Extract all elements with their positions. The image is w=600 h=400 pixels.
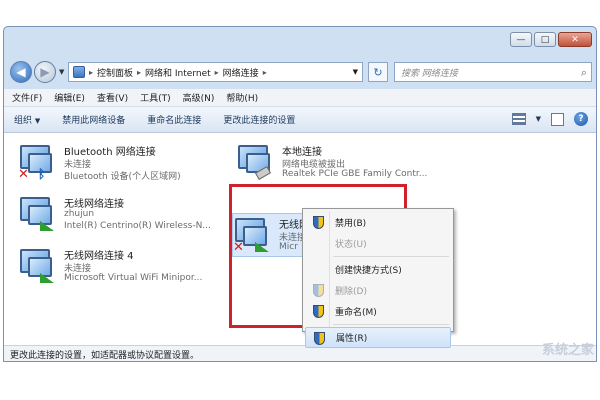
context-item-status[interactable]: 状态(U): [305, 233, 451, 254]
address-bar[interactable]: ▸ 控制面板 ▸ 网络和 Internet ▸ 网络连接 ▸ ▼: [68, 62, 363, 82]
breadcrumb-control-panel[interactable]: 控制面板: [97, 66, 133, 79]
connection-name: 无线网络连接: [64, 199, 124, 210]
organize-button[interactable]: 组织 ▼: [14, 113, 40, 126]
arrow-left-icon: ◀: [16, 65, 26, 79]
menu-help[interactable]: 帮助(H): [226, 91, 258, 104]
window-controls: — □ ✕: [510, 32, 592, 47]
maximize-button[interactable]: □: [534, 32, 556, 47]
context-item-delete[interactable]: 删除(D): [305, 280, 451, 301]
preview-pane-icon[interactable]: [551, 112, 564, 126]
breadcrumb-separator: ▸: [262, 67, 267, 77]
breadcrumb-network-connections[interactable]: 网络连接: [223, 66, 259, 79]
connection-item-local[interactable]: 本地连接 网络电缆被拔出 Realtek PCIe GBE Family Con…: [236, 141, 448, 185]
forward-button[interactable]: ▶: [34, 61, 56, 83]
uac-shield-icon: [313, 216, 324, 229]
back-button[interactable]: ◀: [10, 61, 32, 83]
context-menu: 禁用(B) 状态(U) 创建快捷方式(S) 删除(D) 重命名(M) 属性(R): [302, 208, 454, 348]
network-adapter-icon: [18, 195, 60, 235]
disable-device-button[interactable]: 禁用此网络设备: [62, 113, 125, 126]
uac-shield-icon: [314, 332, 325, 345]
wifi-signal-icon: [40, 221, 54, 231]
command-bar: 组织 ▼ 禁用此网络设备 重命名此连接 更改此连接的设置 ▼ ?: [4, 107, 596, 133]
wifi-signal-icon: [40, 273, 54, 283]
close-button[interactable]: ✕: [558, 32, 592, 47]
uac-shield-icon: [313, 284, 324, 297]
context-item-label: 删除(D): [335, 287, 367, 297]
context-item-create-shortcut[interactable]: 创建快捷方式(S): [305, 259, 451, 280]
refresh-button[interactable]: ↻: [368, 62, 388, 82]
menu-advanced[interactable]: 高级(N): [183, 91, 215, 104]
network-adapter-icon: ✕ ᛒ: [18, 143, 60, 183]
watermark-logo: 系统之家: [541, 343, 594, 358]
menu-separator: [333, 324, 449, 325]
context-item-disable[interactable]: 禁用(B): [305, 212, 451, 233]
help-icon[interactable]: ?: [574, 112, 588, 126]
bluetooth-icon: ᛒ: [38, 167, 46, 181]
connection-device: Intel(R) Centrino(R) Wireless-N...: [64, 221, 211, 231]
menu-separator: [333, 256, 449, 257]
context-item-label: 禁用(B): [335, 219, 367, 229]
view-options-icon[interactable]: [511, 113, 526, 125]
chevron-down-icon[interactable]: ▼: [353, 68, 358, 76]
context-item-properties[interactable]: 属性(R): [305, 327, 451, 348]
breadcrumb-network-internet[interactable]: 网络和 Internet: [145, 66, 211, 79]
change-settings-button[interactable]: 更改此连接的设置: [223, 113, 295, 126]
toolbar-right: ▼ ?: [511, 112, 588, 126]
minimize-button[interactable]: —: [510, 32, 532, 47]
menu-file[interactable]: 文件(F): [12, 91, 42, 104]
search-placeholder: 搜索 网络连接: [401, 68, 458, 79]
arrow-right-icon: ▶: [40, 65, 50, 79]
rename-connection-button[interactable]: 重命名此连接: [147, 113, 201, 126]
context-item-rename[interactable]: 重命名(M): [305, 301, 451, 322]
menu-tools[interactable]: 工具(T): [140, 91, 171, 104]
breadcrumb-separator: ▸: [214, 67, 219, 77]
breadcrumb-separator: ▸: [137, 67, 142, 77]
uac-shield-icon: [313, 305, 324, 318]
connection-item-wireless[interactable]: 无线网络连接 zhujun Intel(R) Centrino(R) Wirel…: [18, 193, 230, 237]
connection-status: zhujun: [64, 209, 95, 219]
search-input[interactable]: 搜索 网络连接 ⌕: [394, 62, 592, 82]
connection-device: Bluetooth 设备(个人区域网): [64, 172, 181, 182]
chevron-down-icon[interactable]: ▼: [536, 115, 541, 123]
menu-edit[interactable]: 编辑(E): [54, 91, 85, 104]
menu-bar: 文件(F) 编辑(E) 查看(V) 工具(T) 高级(N) 帮助(H): [4, 89, 596, 107]
connection-name: 本地连接: [282, 147, 322, 158]
menu-view[interactable]: 查看(V): [97, 91, 128, 104]
connection-item-wireless-4[interactable]: 无线网络连接 4 未连接 Microsoft Virtual WiFi Mini…: [18, 245, 230, 289]
control-panel-icon: [73, 66, 85, 78]
connection-device: Realtek PCIe GBE Family Contr...: [282, 169, 428, 179]
context-item-label: 重命名(M): [335, 308, 377, 318]
connection-name: Bluetooth 网络连接: [64, 147, 156, 158]
context-item-label: 状态(U): [335, 240, 367, 250]
status-bar: 更改此连接的设置，如适配器或协议配置设置。: [4, 345, 596, 361]
history-dropdown[interactable]: ▼: [59, 68, 64, 76]
network-adapter-icon: [18, 247, 60, 287]
context-item-label: 创建快捷方式(S): [335, 266, 402, 276]
connection-name: 无线网络连接 4: [64, 251, 134, 262]
connection-device: Microsoft Virtual WiFi Minipor...: [64, 273, 203, 283]
refresh-icon: ↻: [373, 65, 383, 79]
breadcrumb-separator: ▸: [89, 67, 94, 77]
disconnected-x-icon: ✕: [18, 167, 29, 182]
context-item-label: 属性(R): [336, 334, 368, 344]
organize-label: 组织: [14, 116, 33, 126]
address-row: ◀ ▶ ▼ ▸ 控制面板 ▸ 网络和 Internet ▸ 网络连接 ▸ ▼ ↻…: [4, 57, 596, 87]
chevron-down-icon: ▼: [34, 117, 41, 125]
connection-item-bluetooth[interactable]: ✕ ᛒ Bluetooth 网络连接 未连接 Bluetooth 设备(个人区域…: [18, 141, 230, 185]
search-icon[interactable]: ⌕: [581, 66, 587, 80]
network-adapter-icon: [236, 143, 278, 183]
